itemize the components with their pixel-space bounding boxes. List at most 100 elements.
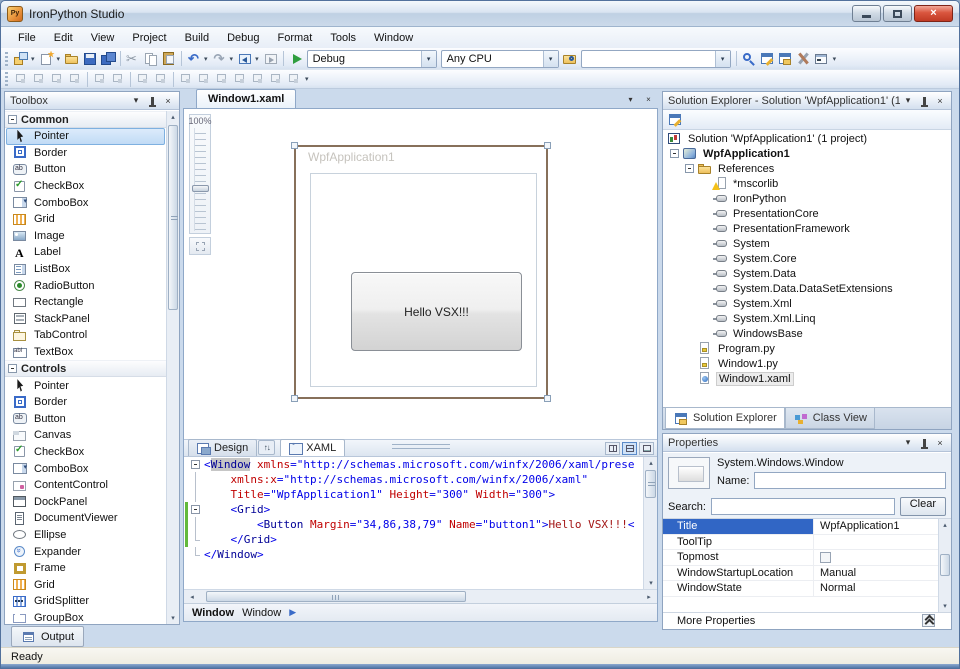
tree-item-presentationframework[interactable]: PresentationFramework (663, 221, 951, 236)
scroll-down-icon[interactable]: ▾ (645, 577, 657, 589)
breadcrumb-root[interactable]: Window (192, 607, 234, 619)
code-margin[interactable] (184, 532, 204, 547)
tree-item-window1-py[interactable]: Window1.py (663, 356, 951, 371)
scroll-left-icon[interactable]: ◂ (186, 591, 198, 603)
tree-item-ironpython[interactable]: IronPython (663, 191, 951, 206)
tree-item-system-xml[interactable]: System.Xml (663, 296, 951, 311)
chevron-down-icon[interactable]: ▾ (202, 55, 210, 63)
toolbox-item-border[interactable]: Border (6, 145, 165, 162)
chevron-down-icon[interactable]: ▾ (715, 51, 730, 67)
designed-button[interactable]: Hello VSX!!! (351, 272, 522, 351)
clear-search-button[interactable]: Clear (900, 497, 946, 516)
code-margin[interactable] (184, 487, 204, 502)
chevron-down-icon[interactable]: ▾ (253, 55, 261, 63)
start-debugging-button[interactable] (287, 49, 305, 69)
outline-collapse-icon[interactable] (191, 505, 200, 514)
layout-tool-button[interactable] (213, 69, 231, 89)
layout-tool-button[interactable] (134, 69, 152, 89)
menu-format[interactable]: Format (269, 29, 322, 47)
menu-debug[interactable]: Debug (218, 29, 268, 47)
toolbox-item-checkbox[interactable]: CheckBox (6, 178, 165, 195)
code-line[interactable]: <Button Margin="34,86,38,79" Name="butto… (184, 517, 643, 532)
copy-button[interactable] (142, 49, 160, 69)
toolbox-item-radiobutton[interactable]: RadioButton (6, 277, 165, 294)
layout-tool-button[interactable] (177, 69, 195, 89)
tree-item-presentationcore[interactable]: PresentationCore (663, 206, 951, 221)
property-grid-scrollbar[interactable]: ▴ ▾ (938, 519, 951, 612)
maximize-button[interactable] (883, 5, 912, 22)
toolbox-item-listbox[interactable]: ListBox (6, 261, 165, 278)
undo-button[interactable]: ▾ (185, 49, 211, 69)
zoom-slider-thumb[interactable] (192, 185, 209, 192)
toolbox-item-combobox[interactable]: ComboBox (6, 194, 165, 211)
layout-tool-button[interactable] (66, 69, 84, 89)
layout-tool-button[interactable] (231, 69, 249, 89)
toolbox-button[interactable] (794, 49, 812, 69)
tree-item-system-data[interactable]: System.Data (663, 266, 951, 281)
code-margin[interactable] (184, 457, 204, 472)
tab-class-view[interactable]: Class View (785, 408, 875, 429)
xaml-editor[interactable]: <Window xmlns="http://schemas.microsoft.… (184, 457, 643, 589)
property-value[interactable]: Normal (813, 581, 938, 596)
find-in-files-button[interactable] (740, 49, 758, 69)
output-tab[interactable]: Output (11, 626, 84, 647)
solution-explorer-close-button[interactable]: × (932, 94, 948, 108)
code-line[interactable]: <Grid> (184, 502, 643, 517)
menu-edit[interactable]: Edit (45, 29, 82, 47)
toolbox-item-tabcontrol[interactable]: TabControl (6, 327, 165, 344)
swap-panes-button[interactable]: ↑↓ (258, 440, 275, 455)
solution-explorer-pin-button[interactable] (916, 94, 932, 108)
toolbox-item-border[interactable]: Border (6, 394, 165, 411)
designer-zoom-control[interactable]: 100% (189, 114, 211, 234)
navigate-forward-button[interactable] (262, 49, 280, 69)
selection-handle[interactable] (544, 142, 551, 149)
design-surface[interactable]: 100% WpfApplication1 Hello VSX!!! (184, 109, 657, 439)
expand-properties-icon[interactable] (922, 614, 935, 627)
toolbox-section-common[interactable]: Common (5, 111, 166, 128)
tree-item-system[interactable]: System (663, 236, 951, 251)
tree-item-system-core[interactable]: System.Core (663, 251, 951, 266)
chevron-down-icon[interactable]: ▾ (228, 55, 236, 63)
scroll-down-icon[interactable]: ▾ (939, 600, 951, 612)
add-item-button[interactable]: ▾ (38, 49, 64, 69)
checkbox[interactable] (820, 552, 831, 563)
properties-window-button[interactable] (758, 49, 776, 69)
scrollbar-thumb[interactable] (940, 554, 950, 576)
property-value[interactable] (813, 535, 938, 550)
solution-explorer-button[interactable] (776, 49, 794, 69)
layout-tool-button[interactable] (109, 69, 127, 89)
tree-item-system-xml-linq[interactable]: System.Xml.Linq (663, 311, 951, 326)
close-button[interactable]: × (914, 5, 953, 22)
layout-tool-button[interactable] (195, 69, 213, 89)
tree-item-program-py[interactable]: Program.py (663, 341, 951, 356)
code-line[interactable]: Title="WpfApplication1" Height="300" Wid… (184, 487, 643, 502)
chevron-down-icon[interactable]: ▾ (543, 51, 558, 67)
scrollbar-thumb[interactable] (168, 125, 178, 310)
properties-pin-button[interactable] (916, 436, 932, 450)
tree-item-wpfapplication1[interactable]: WpfApplication1 (663, 146, 951, 161)
toolbox-item-label[interactable]: Label (6, 244, 165, 261)
layout-tool-button[interactable] (152, 69, 170, 89)
toolbox-item-frame[interactable]: Frame (6, 560, 165, 577)
tab-window1-xaml[interactable]: Window1.xaml (196, 89, 296, 108)
selection-handle[interactable] (291, 142, 298, 149)
tree-item-windowsbase[interactable]: WindowsBase (663, 326, 951, 341)
chevron-down-icon[interactable]: ▾ (29, 55, 37, 63)
properties-window-button[interactable] (666, 110, 684, 130)
layout-tool-button[interactable] (91, 69, 109, 89)
document-close-button[interactable]: × (641, 92, 656, 106)
code-line[interactable]: <Window xmlns="http://schemas.microsoft.… (184, 457, 643, 472)
command-window-button[interactable] (812, 49, 830, 69)
designed-grid[interactable]: Hello VSX!!! (310, 173, 537, 387)
menu-build[interactable]: Build (176, 29, 218, 47)
collapse-icon[interactable] (685, 164, 694, 173)
toolbar-grip[interactable] (5, 72, 8, 86)
vertical-split-button[interactable] (605, 442, 620, 455)
zoom-fit-button[interactable] (189, 237, 211, 255)
solution-platforms-combo[interactable]: Any CPU▾ (441, 50, 559, 68)
property-value[interactable]: WpfApplication1 (813, 519, 938, 534)
chevron-down-icon[interactable]: ▾ (421, 51, 436, 67)
scroll-up-icon[interactable]: ▴ (645, 457, 657, 469)
menu-view[interactable]: View (82, 29, 124, 47)
layout-tool-button[interactable] (48, 69, 66, 89)
